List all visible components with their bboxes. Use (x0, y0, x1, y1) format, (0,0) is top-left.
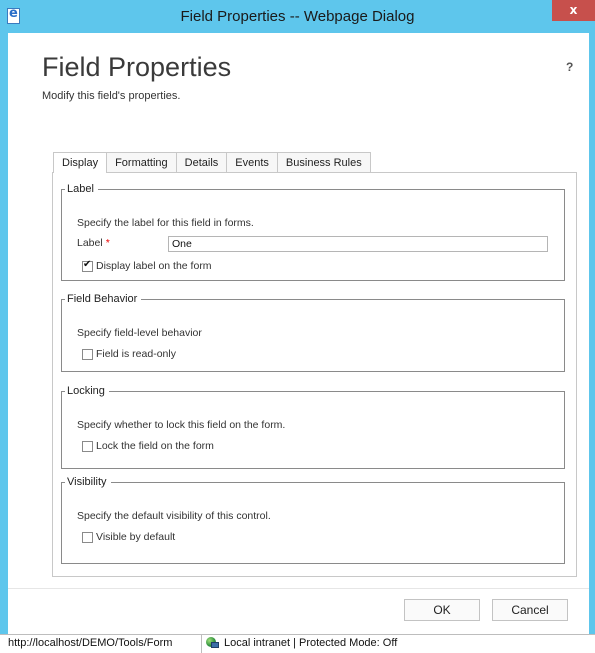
group-field-behavior: Field Behavior Specify field-level behav… (61, 293, 565, 372)
monitor-shape (211, 642, 219, 648)
read-only-checkbox[interactable] (82, 348, 93, 360)
group-locking-description: Specify whether to lock this field on th… (77, 419, 286, 431)
window-title: Field Properties -- Webpage Dialog (180, 8, 415, 25)
tab-business-rules[interactable]: Business Rules (276, 152, 371, 172)
group-visibility-description: Specify the default visibility of this c… (77, 510, 271, 522)
page-title: Field Properties (42, 52, 232, 82)
tab-formatting[interactable]: Formatting (106, 152, 177, 172)
lock-field-checkbox-row[interactable]: Lock the field on the form (82, 440, 214, 452)
group-field-behavior-description: Specify field-level behavior (77, 327, 202, 339)
dialog-window: Field Properties -- Webpage Dialog x Fie… (0, 0, 595, 653)
group-field-behavior-legend: Field Behavior (67, 293, 138, 305)
group-visibility: Visibility Specify the default visibilit… (61, 476, 565, 564)
lock-field-checkbox-label: Lock the field on the form (96, 440, 214, 452)
tab-display[interactable]: Display (53, 152, 108, 173)
visible-default-checkbox[interactable] (82, 531, 93, 543)
tab-events[interactable]: Events (226, 152, 278, 172)
display-label-checkbox-row[interactable]: Display label on the form (82, 259, 212, 272)
status-bar: http://localhost/DEMO/Tools/Form Local i… (0, 634, 595, 653)
tab-details[interactable]: Details (175, 152, 228, 172)
label-field-label: Label * (77, 237, 110, 249)
lock-field-checkbox[interactable] (82, 440, 93, 452)
read-only-checkbox-row[interactable]: Field is read-only (82, 348, 176, 360)
label-field-text: Label (77, 237, 103, 249)
tab-strip: Display Formatting Details Events Busine… (53, 152, 371, 173)
ok-button[interactable]: OK (404, 599, 480, 621)
page-subtitle: Modify this field's properties. (42, 90, 181, 102)
group-label-description: Specify the label for this field in form… (77, 217, 254, 229)
footer-divider (8, 588, 589, 589)
display-label-checkbox[interactable] (82, 259, 93, 272)
display-label-checkbox-label: Display label on the form (96, 260, 212, 272)
status-url: http://localhost/DEMO/Tools/Form (8, 637, 173, 649)
label-input[interactable] (168, 236, 548, 252)
help-icon[interactable]: ? (566, 60, 573, 74)
read-only-checkbox-label: Field is read-only (96, 348, 176, 360)
status-separator (201, 635, 202, 653)
group-locking-legend: Locking (67, 385, 105, 397)
group-label: Label Specify the label for this field i… (61, 183, 565, 281)
tab-panel-display: Label Specify the label for this field i… (52, 172, 577, 577)
visible-default-checkbox-label: Visible by default (96, 531, 176, 543)
group-visibility-legend: Visibility (67, 476, 107, 488)
status-zone: Local intranet | Protected Mode: Off (224, 637, 398, 649)
group-locking: Locking Specify whether to lock this fie… (61, 385, 565, 469)
visible-default-checkbox-row[interactable]: Visible by default (82, 531, 175, 543)
group-label-legend: Label (67, 183, 94, 195)
intranet-globe-icon (206, 637, 219, 649)
title-bar[interactable]: Field Properties -- Webpage Dialog x (0, 0, 595, 33)
cancel-button[interactable]: Cancel (492, 599, 568, 621)
required-mark: * (105, 237, 110, 249)
close-button[interactable]: x (552, 0, 595, 21)
